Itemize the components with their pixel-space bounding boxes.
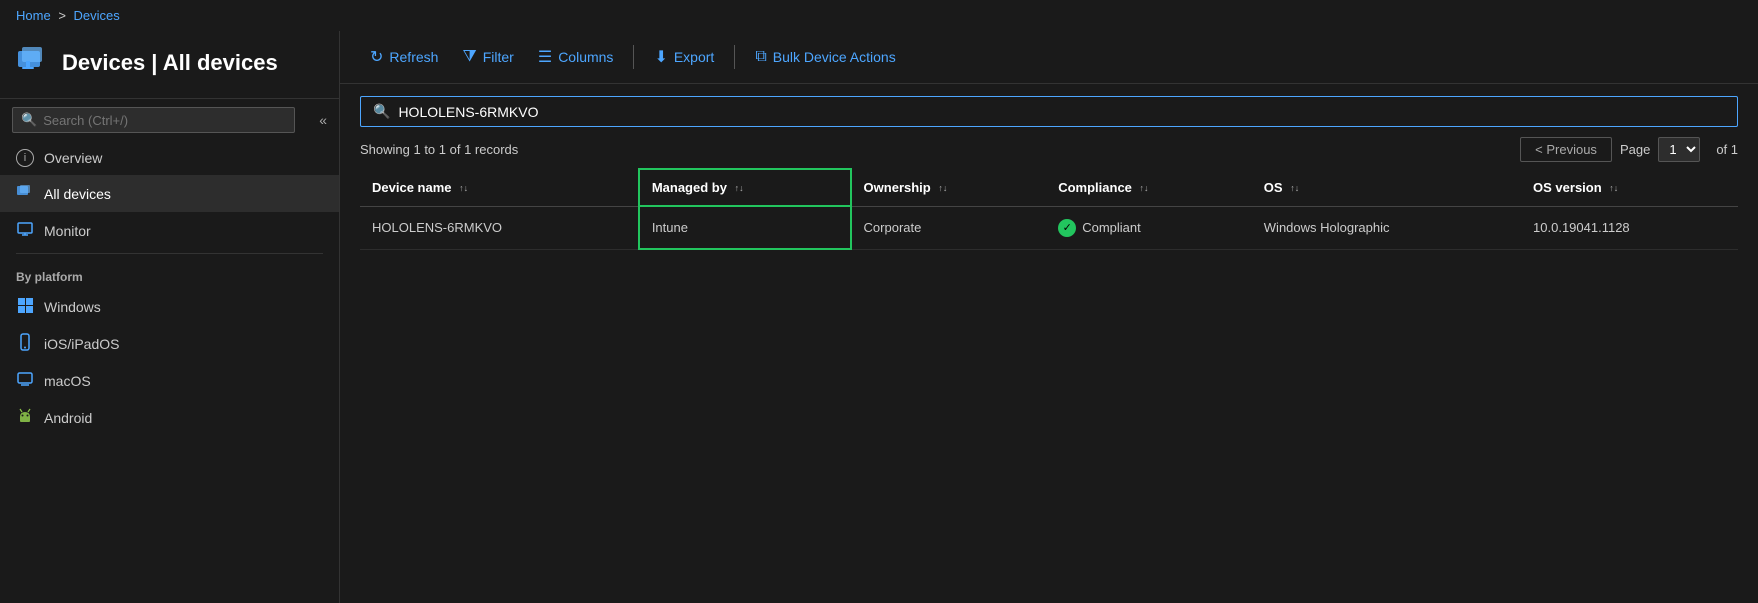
sidebar-item-macos[interactable]: macOS xyxy=(0,362,339,399)
sidebar-item-macos-label: macOS xyxy=(44,373,91,389)
collapse-button[interactable]: « xyxy=(307,104,339,136)
breadcrumb-separator: > xyxy=(58,8,66,23)
section-divider xyxy=(16,253,323,254)
col-managed-by[interactable]: Managed by ↑↓ xyxy=(639,169,851,206)
columns-icon: ☰ xyxy=(538,47,552,67)
page-header: Devices | All devices xyxy=(0,31,339,99)
table-header-row: Device name ↑↓ Managed by ↑↓ Ownership ↑… xyxy=(360,169,1738,206)
toolbar-divider-2 xyxy=(734,45,735,69)
content-area: ↻ Refresh ⧩ Filter ☰ Columns ⬇ Export xyxy=(340,31,1758,603)
sidebar-item-android[interactable]: Android xyxy=(0,399,339,436)
filter-button[interactable]: ⧩ Filter xyxy=(452,42,523,72)
devices-page-icon xyxy=(16,43,52,82)
columns-button[interactable]: ☰ Columns xyxy=(528,41,624,73)
sort-icon-device-name[interactable]: ↑↓ xyxy=(459,184,468,193)
sidebar-search-row: 🔍 « xyxy=(0,99,339,141)
cell-device-name: HOLOLENS-6RMKVO xyxy=(360,206,639,249)
page-select[interactable]: 1 xyxy=(1658,137,1700,162)
export-button[interactable]: ⬇ Export xyxy=(644,41,724,73)
cell-os-version: 10.0.19041.1128 xyxy=(1521,206,1738,249)
breadcrumb-current[interactable]: Devices xyxy=(74,8,120,23)
col-os-version-label: OS version xyxy=(1533,180,1602,195)
android-icon xyxy=(16,407,34,428)
breadcrumb-home[interactable]: Home xyxy=(16,8,51,23)
devices-table: Device name ↑↓ Managed by ↑↓ Ownership ↑… xyxy=(360,168,1738,250)
main-layout: Devices | All devices 🔍 « i Overview xyxy=(0,31,1758,603)
sort-icon-os[interactable]: ↑↓ xyxy=(1290,184,1299,193)
macos-icon xyxy=(16,370,34,391)
sidebar: Devices | All devices 🔍 « i Overview xyxy=(0,31,340,603)
monitor-icon xyxy=(16,220,34,241)
col-compliance-label: Compliance xyxy=(1058,180,1132,195)
windows-icon xyxy=(16,296,34,317)
page-wrapper: Home > Devices Devices | All devices xyxy=(0,0,1758,603)
col-device-name-label: Device name xyxy=(372,180,452,195)
compliant-icon: ✓ xyxy=(1058,219,1076,237)
ios-icon xyxy=(16,333,34,354)
page-label: Page xyxy=(1620,142,1650,157)
sidebar-search-bar[interactable]: 🔍 xyxy=(12,107,295,133)
compliant-label: Compliant xyxy=(1082,220,1141,235)
breadcrumb: Home > Devices xyxy=(0,0,1758,31)
bulk-actions-button[interactable]: ⧉ Bulk Device Actions xyxy=(745,42,905,72)
toolbar: ↻ Refresh ⧩ Filter ☰ Columns ⬇ Export xyxy=(340,31,1758,84)
sidebar-item-overview[interactable]: i Overview xyxy=(0,141,339,175)
sidebar-item-android-label: Android xyxy=(44,410,92,426)
by-platform-label: By platform xyxy=(0,258,339,288)
table-container: Device name ↑↓ Managed by ↑↓ Ownership ↑… xyxy=(340,168,1758,603)
toolbar-divider-1 xyxy=(633,45,634,69)
columns-label: Columns xyxy=(558,49,613,65)
cell-ownership: Corporate xyxy=(851,206,1047,249)
page-title: Devices | All devices xyxy=(62,50,278,76)
refresh-icon: ↻ xyxy=(370,47,383,67)
cell-os: Windows Holographic xyxy=(1252,206,1521,249)
previous-button[interactable]: < Previous xyxy=(1520,137,1612,162)
col-ownership[interactable]: Ownership ↑↓ xyxy=(851,169,1047,206)
sidebar-item-overview-label: Overview xyxy=(44,150,102,166)
compliant-badge: ✓ Compliant xyxy=(1058,219,1240,237)
export-label: Export xyxy=(674,49,714,65)
refresh-button[interactable]: ↻ Refresh xyxy=(360,41,448,73)
sidebar-item-all-devices[interactable]: All devices xyxy=(0,175,339,212)
of-label: of 1 xyxy=(1716,142,1738,157)
filter-icon: ⧩ xyxy=(462,48,476,66)
main-search-field[interactable]: 🔍 xyxy=(360,96,1738,127)
sidebar-item-windows[interactable]: Windows xyxy=(0,288,339,325)
records-info: Showing 1 to 1 of 1 records xyxy=(360,142,1520,157)
sort-icon-managed-by[interactable]: ↑↓ xyxy=(735,184,744,193)
col-compliance[interactable]: Compliance ↑↓ xyxy=(1046,169,1252,206)
col-ownership-label: Ownership xyxy=(864,180,931,195)
cell-managed-by: Intune xyxy=(639,206,851,249)
table-row[interactable]: HOLOLENS-6RMKVO Intune Corporate ✓ Compl… xyxy=(360,206,1738,249)
sort-icon-ownership[interactable]: ↑↓ xyxy=(938,184,947,193)
sidebar-search-icon: 🔍 xyxy=(21,112,37,128)
sidebar-item-ios-label: iOS/iPadOS xyxy=(44,336,119,352)
sidebar-item-monitor[interactable]: Monitor xyxy=(0,212,339,249)
sidebar-item-all-devices-label: All devices xyxy=(44,186,111,202)
main-search-input[interactable] xyxy=(398,104,1725,120)
sidebar-item-ios[interactable]: iOS/iPadOS xyxy=(0,325,339,362)
main-search-icon: 🔍 xyxy=(373,103,390,120)
sidebar-search-input[interactable] xyxy=(43,113,286,128)
search-field-row: 🔍 xyxy=(340,84,1758,135)
cell-compliance: ✓ Compliant xyxy=(1046,206,1252,249)
sort-icon-os-version[interactable]: ↑↓ xyxy=(1609,184,1618,193)
col-device-name[interactable]: Device name ↑↓ xyxy=(360,169,639,206)
sort-icon-compliance[interactable]: ↑↓ xyxy=(1140,184,1149,193)
col-os-version[interactable]: OS version ↑↓ xyxy=(1521,169,1738,206)
export-icon: ⬇ xyxy=(654,47,667,67)
info-icon: i xyxy=(16,149,34,167)
all-devices-icon xyxy=(16,183,34,204)
bulk-actions-label: Bulk Device Actions xyxy=(773,49,896,65)
bulk-actions-icon: ⧉ xyxy=(755,48,766,66)
records-pagination-row: Showing 1 to 1 of 1 records < Previous P… xyxy=(340,135,1758,168)
sidebar-item-windows-label: Windows xyxy=(44,299,101,315)
pagination: < Previous Page 1 of 1 xyxy=(1520,137,1738,162)
sidebar-item-monitor-label: Monitor xyxy=(44,223,91,239)
refresh-label: Refresh xyxy=(389,49,438,65)
filter-label: Filter xyxy=(483,49,514,65)
col-os-label: OS xyxy=(1264,180,1283,195)
col-os[interactable]: OS ↑↓ xyxy=(1252,169,1521,206)
col-managed-by-label: Managed by xyxy=(652,180,727,195)
